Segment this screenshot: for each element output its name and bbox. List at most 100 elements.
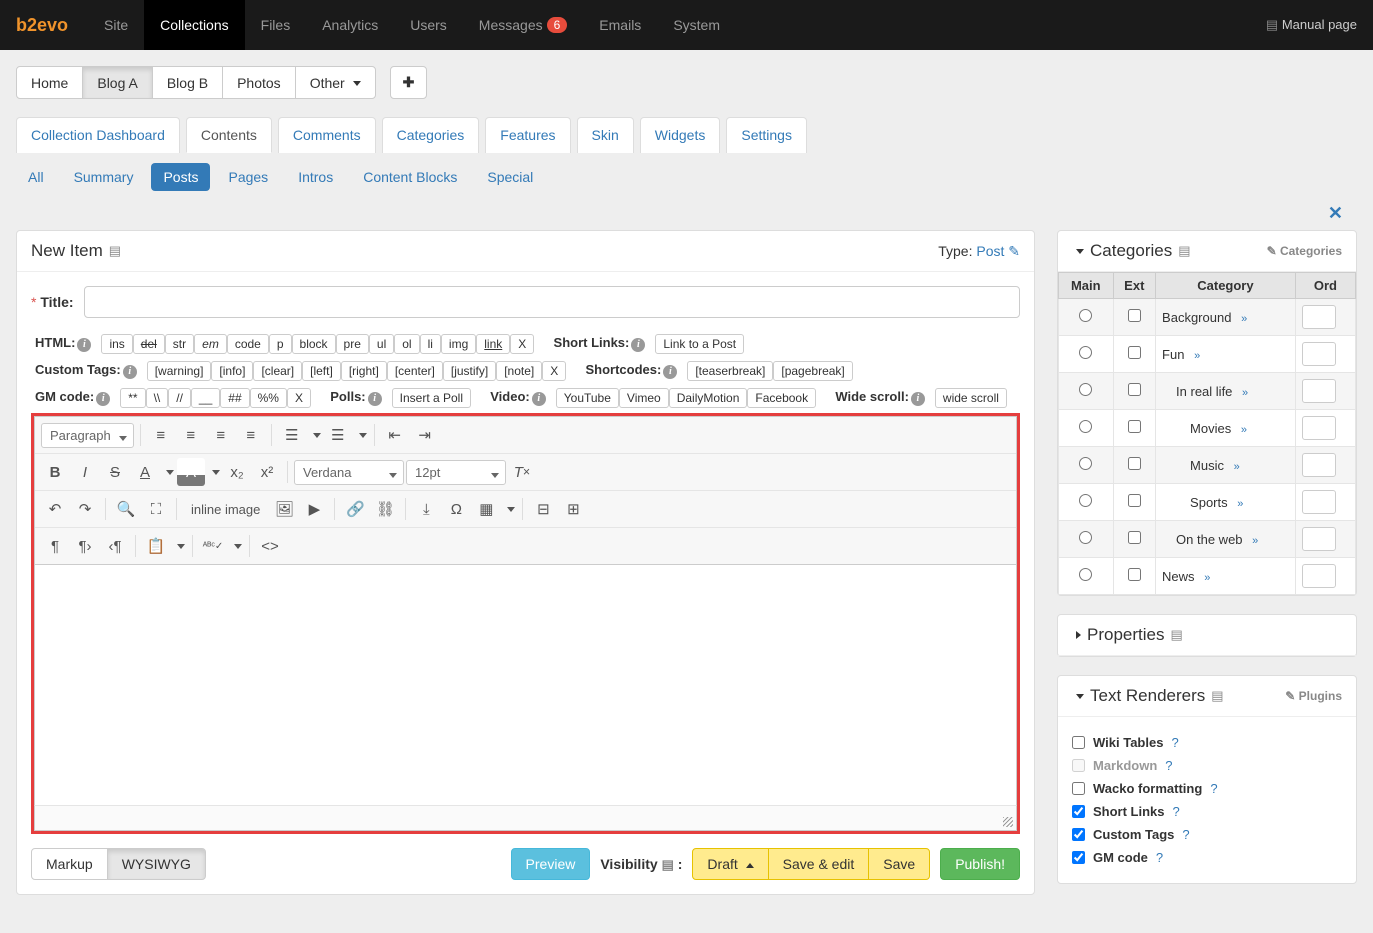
fullscreen-icon[interactable]: ⛶ — [142, 495, 170, 523]
link-icon[interactable]: 🔗 — [341, 495, 369, 523]
category-name[interactable]: Background — [1162, 310, 1231, 325]
outdent-icon[interactable]: ⇤ — [381, 421, 409, 449]
collapse-icon[interactable] — [1076, 249, 1084, 254]
media-icon[interactable]: ▶ — [300, 495, 328, 523]
pill-posts[interactable]: Posts — [151, 163, 210, 191]
tag-button[interactable]: ins — [101, 334, 132, 354]
paste-icon[interactable]: 📋 — [142, 532, 170, 560]
tag-button[interactable]: [info] — [211, 361, 253, 381]
align-justify-icon[interactable]: ≡ — [237, 421, 265, 449]
special-char-icon[interactable]: Ω — [442, 495, 470, 523]
tab-widgets[interactable]: Widgets — [640, 117, 721, 153]
title-input[interactable] — [84, 286, 1020, 318]
tag-button[interactable]: [justify] — [443, 361, 496, 381]
info-icon[interactable]: i — [631, 338, 645, 352]
tag-button[interactable]: ol — [394, 334, 419, 354]
tag-button[interactable]: block — [292, 334, 336, 354]
arrow-icon[interactable]: » — [1241, 424, 1247, 436]
renderer-checkbox[interactable] — [1072, 851, 1085, 864]
tab-categories[interactable]: Categories — [382, 117, 480, 153]
book-icon[interactable]: ▤ — [1178, 243, 1190, 259]
tag-button[interactable]: [note] — [496, 361, 542, 381]
ext-category-checkbox[interactable] — [1128, 346, 1141, 359]
ext-category-checkbox[interactable] — [1128, 309, 1141, 322]
font-family-select[interactable]: Verdana — [294, 460, 404, 485]
pill-intros[interactable]: Intros — [286, 163, 345, 191]
backcolor-icon[interactable]: A — [177, 458, 205, 486]
ext-category-checkbox[interactable] — [1128, 531, 1141, 544]
renderer-checkbox[interactable] — [1072, 828, 1085, 841]
pill-content-blocks[interactable]: Content Blocks — [351, 163, 469, 191]
bold-icon[interactable]: B — [41, 458, 69, 486]
tag-button[interactable]: X — [510, 334, 534, 354]
category-name[interactable]: News — [1162, 569, 1195, 584]
main-category-radio[interactable] — [1079, 346, 1092, 359]
info-icon[interactable]: i — [123, 365, 137, 379]
tag-button[interactable]: em — [194, 334, 227, 354]
expand-icon[interactable] — [1076, 631, 1081, 639]
order-input[interactable] — [1302, 416, 1336, 440]
pill-all[interactable]: All — [16, 163, 56, 191]
draft-button[interactable]: Draft — [692, 848, 768, 880]
category-name[interactable]: On the web — [1162, 532, 1243, 547]
tag-button[interactable]: X — [287, 388, 311, 408]
tag-button[interactable]: Vimeo — [619, 388, 669, 408]
close-icon[interactable]: ✕ — [16, 203, 1357, 224]
type-link[interactable]: Post ✎ — [976, 243, 1020, 259]
unlink-icon[interactable]: ⛓ — [371, 495, 399, 523]
main-category-radio[interactable] — [1079, 309, 1092, 322]
tag-button[interactable]: p — [269, 334, 292, 354]
ext-category-checkbox[interactable] — [1128, 457, 1141, 470]
info-icon[interactable]: i — [663, 365, 677, 379]
tag-button[interactable]: DailyMotion — [669, 388, 748, 408]
tag-button[interactable]: [warning] — [147, 361, 212, 381]
book-icon[interactable]: ▤ — [1170, 627, 1182, 643]
coll-photos[interactable]: Photos — [222, 66, 296, 99]
pill-pages[interactable]: Pages — [216, 163, 280, 191]
nav-collections[interactable]: Collections — [144, 0, 244, 50]
info-icon[interactable]: i — [911, 392, 925, 406]
save-button[interactable]: Save — [868, 848, 930, 880]
tag-button[interactable]: X — [542, 361, 566, 381]
pagebreak-icon[interactable]: ⊟ — [529, 495, 557, 523]
arrow-icon[interactable]: » — [1237, 498, 1243, 510]
ext-category-checkbox[interactable] — [1128, 568, 1141, 581]
tag-button[interactable]: ## — [220, 388, 249, 408]
arrow-icon[interactable]: » — [1252, 535, 1258, 547]
tag-button[interactable]: Insert a Poll — [392, 388, 471, 408]
help-icon[interactable]: ? — [1182, 827, 1189, 842]
inline-image-button[interactable]: inline image — [183, 497, 268, 522]
order-input[interactable] — [1302, 490, 1336, 514]
brand-logo[interactable]: b2evo — [16, 15, 68, 36]
help-icon[interactable]: ? — [1156, 850, 1163, 865]
category-name[interactable]: Movies — [1162, 421, 1231, 436]
category-name[interactable]: Music — [1162, 458, 1224, 473]
save-edit-button[interactable]: Save & edit — [768, 848, 870, 880]
main-category-radio[interactable] — [1079, 457, 1092, 470]
bullet-list-icon[interactable]: ☰ — [278, 421, 306, 449]
arrow-icon[interactable]: » — [1241, 313, 1247, 325]
block-format-select[interactable]: Paragraph — [41, 423, 134, 448]
source-code-icon[interactable]: <> — [256, 532, 284, 560]
pill-summary[interactable]: Summary — [62, 163, 146, 191]
tag-button[interactable]: str — [165, 334, 194, 354]
numbered-list-menu-icon[interactable] — [354, 421, 368, 449]
indent-icon[interactable]: ⇥ — [411, 421, 439, 449]
ext-category-checkbox[interactable] — [1128, 420, 1141, 433]
tag-button[interactable]: img — [441, 334, 476, 354]
info-icon[interactable]: i — [368, 392, 382, 406]
tab-dashboard[interactable]: Collection Dashboard — [16, 117, 180, 153]
subscript-icon[interactable]: x₂ — [223, 458, 251, 486]
main-category-radio[interactable] — [1079, 531, 1092, 544]
tag-button[interactable]: \\ — [146, 388, 169, 408]
ltr-icon[interactable]: ¶› — [71, 532, 99, 560]
publish-button[interactable]: Publish! — [940, 848, 1020, 880]
nav-analytics[interactable]: Analytics — [306, 0, 394, 50]
info-icon[interactable]: i — [532, 392, 546, 406]
help-icon[interactable]: ? — [1173, 804, 1180, 819]
tab-contents[interactable]: Contents — [186, 117, 272, 153]
book-icon[interactable]: ▤ — [109, 243, 121, 259]
order-input[interactable] — [1302, 379, 1336, 403]
renderer-checkbox[interactable] — [1072, 782, 1085, 795]
editor-content-area[interactable] — [34, 565, 1017, 805]
